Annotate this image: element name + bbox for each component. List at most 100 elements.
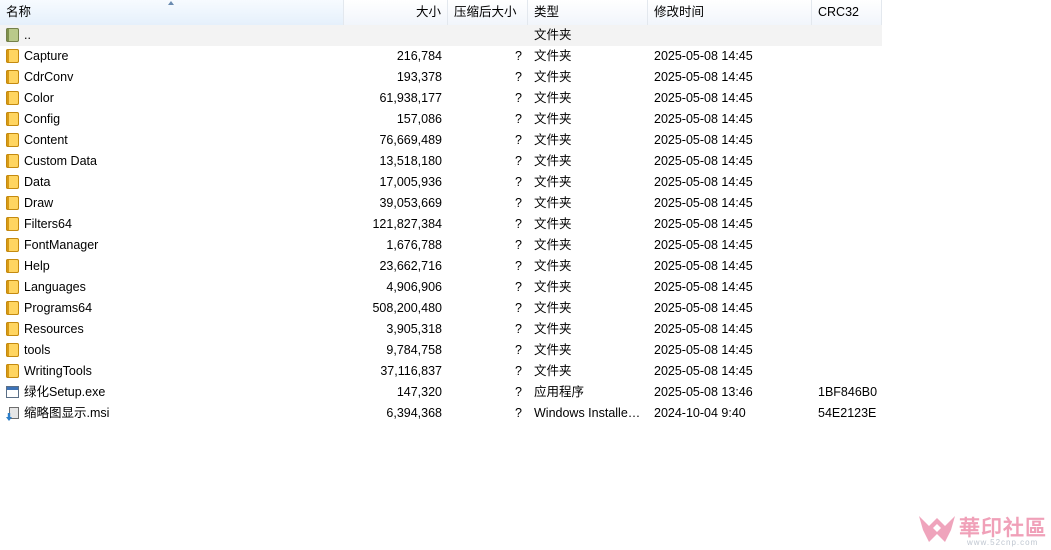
cell-packed-size: ? [515, 112, 522, 126]
cell-crc32 [818, 340, 882, 361]
cell-size: 216,784 [396, 49, 442, 63]
cell-packed-size: ? [515, 406, 522, 420]
cell-type: 文件夹 [534, 175, 572, 189]
table-row[interactable]: FontManager 1,676,788? 文件夹 2025-05-08 14:45 [0, 235, 882, 256]
header-crc32-label: CRC32 [818, 5, 859, 19]
folder-icon [6, 280, 20, 295]
table-row[interactable]: WritingTools 37,116,837? 文件夹 2025-05-08 14:… [0, 361, 882, 382]
cell-type: 文件夹 [534, 364, 572, 378]
cell-name: Programs64 [24, 301, 93, 315]
table-row[interactable]: Draw 39,053,669? 文件夹 2025-05-08 14:45 [0, 193, 882, 214]
cell-type: Windows Installer ... [534, 406, 644, 420]
cell-type: 应用程序 [534, 385, 585, 399]
header-crc32[interactable]: CRC32 [812, 0, 882, 25]
folder-icon [6, 322, 20, 337]
cell-packed-size: ? [515, 154, 522, 168]
table-row[interactable]: Color 61,938,177? 文件夹 2025-05-08 14:45 [0, 88, 882, 109]
cell-type: 文件夹 [534, 196, 572, 210]
cell-size: 37,116,837 [380, 364, 442, 378]
cell-modified: 2025-05-08 14:45 [654, 301, 753, 315]
cell-size: 147,320 [396, 385, 442, 399]
header-type[interactable]: 类型 [528, 0, 648, 25]
cell-crc32 [818, 25, 882, 46]
cell-modified: 2025-05-08 14:45 [654, 133, 753, 147]
cell-name: 绿化Setup.exe [24, 385, 106, 399]
header-name-label: 名称 [6, 5, 32, 19]
cell-crc32 [818, 235, 882, 256]
folder-icon [6, 301, 20, 316]
header-modified-label: 修改时间 [654, 5, 705, 19]
cell-size: 4,906,906 [386, 280, 442, 294]
folder-icon [6, 70, 20, 85]
cell-size: 6,394,368 [386, 406, 442, 420]
cell-name: Content [24, 133, 68, 147]
header-size[interactable]: 大小 [344, 0, 448, 25]
table-row[interactable]: Help 23,662,716? 文件夹 2025-05-08 14:45 [0, 256, 882, 277]
table-row[interactable]: 缩略图显示.msi 6,394,368? Windows Installer ...… [0, 403, 882, 424]
table-row[interactable]: Languages 4,906,906? 文件夹 2025-05-08 14:45 [0, 277, 882, 298]
table-row[interactable]: Capture 216,784? 文件夹 2025-05-08 14:45 [0, 46, 882, 67]
cell-packed-size: ? [515, 238, 522, 252]
header-modified[interactable]: 修改时间 [648, 0, 812, 25]
table-row[interactable]: tools 9,784,758? 文件夹 2025-05-08 14:45 [0, 340, 882, 361]
folder-icon [6, 49, 20, 64]
cell-modified: 2025-05-08 14:45 [654, 70, 753, 84]
cell-packed-size: ? [515, 385, 522, 399]
watermark-logo-icon [919, 516, 955, 542]
cell-modified: 2025-05-08 14:45 [654, 259, 753, 273]
cell-packed-size [446, 25, 522, 46]
cell-modified: 2024-10-04 9:40 [654, 406, 746, 420]
table-row[interactable]: Custom Data 13,518,180? 文件夹 2025-05-08 14:4… [0, 151, 882, 172]
cell-type: 文件夹 [534, 301, 572, 315]
cell-size: 17,005,936 [379, 175, 442, 189]
cell-size: 3,905,318 [386, 322, 442, 336]
exe-icon [6, 385, 20, 400]
cell-crc32 [818, 298, 882, 319]
cell-modified: 2025-05-08 14:45 [654, 322, 753, 336]
cell-name: Color [24, 91, 54, 105]
cell-crc32: 1BF846B0 [818, 385, 878, 399]
cell-name: tools [24, 343, 51, 357]
folder-icon [6, 133, 20, 148]
cell-modified: 2025-05-08 14:45 [654, 217, 753, 231]
cell-crc32 [818, 46, 882, 67]
cell-type: 文件夹 [534, 133, 572, 147]
table-row[interactable]: Data 17,005,936? 文件夹 2025-05-08 14:45 [0, 172, 882, 193]
table-row[interactable]: Resources 3,905,318? 文件夹 2025-05-08 14:45 [0, 319, 882, 340]
cell-packed-size: ? [515, 343, 522, 357]
table-row[interactable]: 绿化Setup.exe 147,320? 应用程序 2025-05-08 13:46 1… [0, 382, 882, 403]
table-row[interactable]: CdrConv 193,378? 文件夹 2025-05-08 14:45 [0, 67, 882, 88]
folder-icon [6, 343, 20, 358]
folder-icon [6, 364, 20, 379]
msi-icon [6, 406, 20, 421]
cell-type: 文件夹 [534, 322, 572, 336]
cell-name: Draw [24, 196, 54, 210]
folder-icon [6, 91, 20, 106]
cell-type: 文件夹 [534, 91, 572, 105]
cell-modified: 2025-05-08 14:45 [654, 175, 753, 189]
cell-packed-size: ? [515, 49, 522, 63]
table-row[interactable]: Content 76,669,489? 文件夹 2025-05-08 14:45 [0, 130, 882, 151]
cell-packed-size: ? [515, 217, 522, 231]
header-packed-size-label: 压缩后大小 [454, 5, 517, 19]
cell-type: 文件夹 [534, 280, 572, 294]
cell-type: 文件夹 [534, 154, 572, 168]
cell-size: 23,662,716 [379, 259, 442, 273]
cell-crc32 [818, 214, 882, 235]
table-row[interactable]: Filters64 121,827,384? 文件夹 2025-05-08 14:45 [0, 214, 882, 235]
table-row[interactable]: Config 157,086? 文件夹 2025-05-08 14:45 [0, 109, 882, 130]
cell-name: Languages [24, 280, 86, 294]
folder-up-icon [6, 28, 20, 43]
header-name[interactable]: 名称 [0, 0, 344, 25]
cell-crc32 [818, 193, 882, 214]
empty-area [882, 0, 1051, 550]
table-row[interactable]: .. 文件夹 [0, 25, 882, 46]
cell-crc32 [818, 319, 882, 340]
cell-modified: 2025-05-08 14:45 [654, 364, 753, 378]
sort-ascending-icon [168, 1, 174, 5]
table-row[interactable]: Programs64 508,200,480? 文件夹 2025-05-08 14:4… [0, 298, 882, 319]
cell-type: 文件夹 [534, 28, 572, 42]
header-packed-size[interactable]: 压缩后大小 [448, 0, 528, 25]
cell-modified: 2025-05-08 13:46 [654, 385, 753, 399]
folder-icon [6, 154, 20, 169]
